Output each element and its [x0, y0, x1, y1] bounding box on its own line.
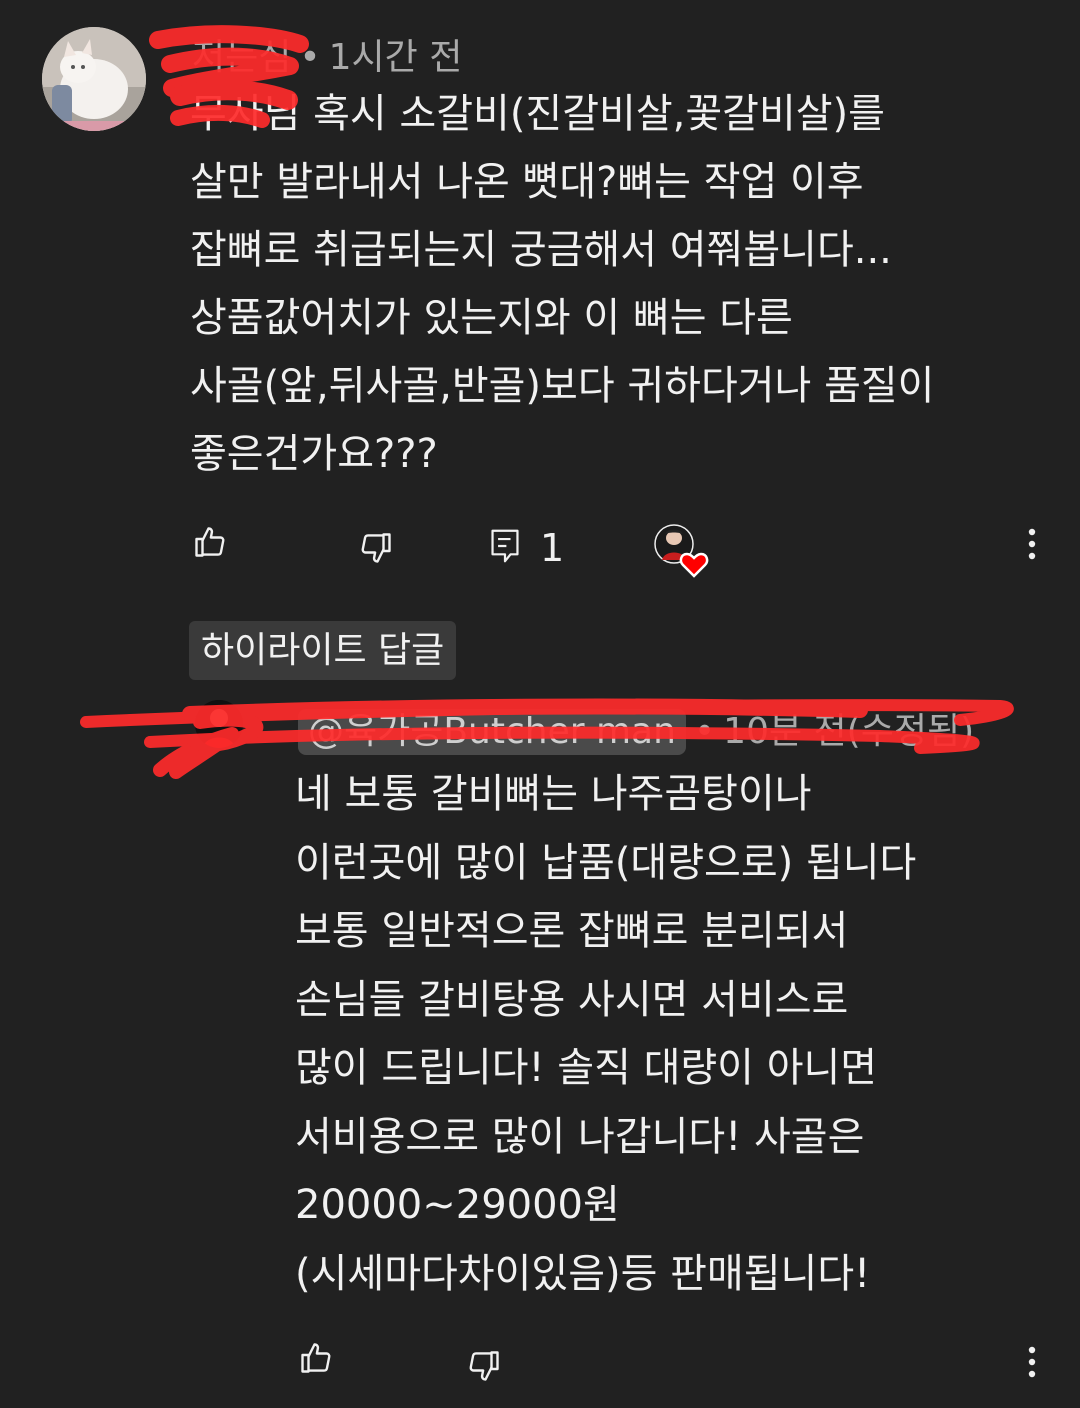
comment-author[interactable]: 저는심: [192, 37, 291, 78]
creator-heart-icon[interactable]: [652, 524, 712, 578]
thumb-down-icon[interactable]: [466, 1348, 502, 1388]
avatar[interactable]: [195, 700, 243, 748]
separator-dot: •: [693, 711, 716, 752]
comment-meta: 저는심 • 1시간 전: [192, 28, 462, 80]
thumb-up-icon[interactable]: [298, 1340, 334, 1380]
comment-actions: 1: [0, 516, 1080, 578]
thumb-down-icon[interactable]: [358, 530, 394, 570]
thumb-up-icon[interactable]: [192, 524, 228, 564]
reply-count[interactable]: 1: [540, 526, 564, 570]
highlighted-reply-badge: 하이라이트 답글: [189, 621, 457, 680]
creator-avatar-icon: [195, 700, 243, 748]
comment-time: 10분 전(수정됨): [723, 711, 975, 752]
more-vert-icon[interactable]: [1022, 526, 1042, 566]
more-vert-icon[interactable]: [1022, 1344, 1042, 1384]
comment-actions: [0, 1332, 1080, 1392]
avatar[interactable]: [42, 27, 146, 131]
comment-time: 1시간 전: [328, 37, 463, 78]
comment-meta: @육가공Butcher man • 10분 전(수정됨): [298, 702, 974, 755]
cat-photo-icon: [42, 27, 146, 131]
comment-icon[interactable]: [488, 528, 522, 568]
comment-text: 네 보통 갈비뼈는 나주곰탕이나 이런곳에 많이 납품(대량으로) 됩니다 보통…: [295, 771, 917, 1297]
creator-name-chip[interactable]: @육가공Butcher man: [298, 709, 686, 755]
separator-dot: •: [299, 37, 321, 78]
comment-text: 무사님 혹시 소갈비(진갈비살,꽃갈비살)를 살만 발라내서 나온 뼛대?뼈는 …: [190, 91, 935, 477]
